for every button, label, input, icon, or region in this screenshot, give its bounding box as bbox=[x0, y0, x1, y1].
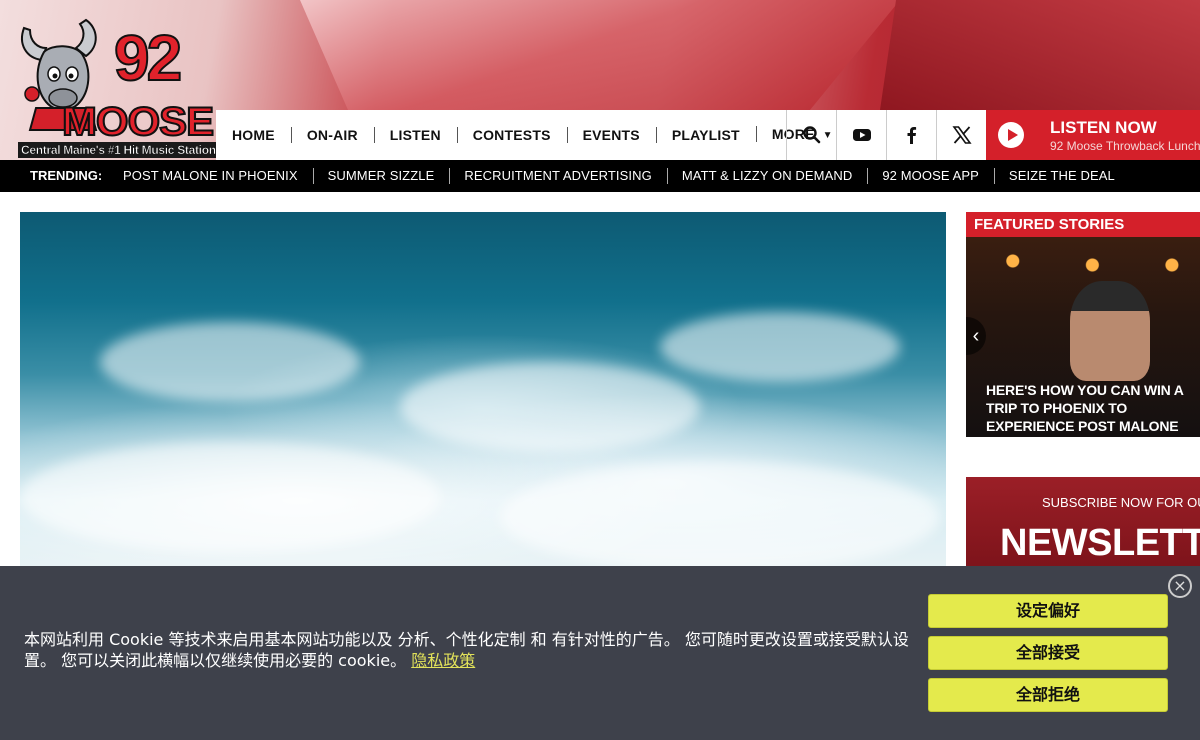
trending-item[interactable]: SUMMER SIZZLE bbox=[312, 160, 450, 192]
trending-item[interactable]: POST MALONE IN PHOENIX bbox=[108, 160, 313, 192]
nav-on-air-label: ON-AIR bbox=[306, 127, 358, 143]
cookie-banner: × 本网站利用 Cookie 等技术来启用基本网站功能以及 分析、个性化定制 和… bbox=[0, 566, 1200, 740]
main-navigation: HOME ON-AIR LISTEN CONTESTS EVENTS PLAYL… bbox=[216, 110, 1200, 160]
close-icon: × bbox=[1173, 576, 1187, 595]
hero-foam bbox=[20, 442, 440, 552]
facebook-link[interactable] bbox=[886, 110, 936, 160]
close-button[interactable]: × bbox=[1168, 574, 1192, 598]
reject-all-button[interactable]: 全部拒绝 bbox=[928, 678, 1168, 712]
search-icon bbox=[802, 126, 820, 144]
facebook-icon bbox=[907, 127, 916, 144]
nav-playlist-label: PLAYLIST bbox=[671, 127, 740, 143]
nav-listen[interactable]: LISTEN bbox=[373, 110, 457, 160]
hero-foam bbox=[500, 462, 940, 572]
x-link[interactable] bbox=[936, 110, 986, 160]
nav-links: HOME ON-AIR LISTEN CONTESTS EVENTS PLAYL… bbox=[216, 110, 849, 160]
station-logo[interactable]: 92 MOOSE Central Maine's #1 Hit Music St… bbox=[10, 14, 219, 160]
listen-now-button[interactable]: LISTEN NOW 92 Moose Throwback Lunch bbox=[986, 110, 1200, 160]
accept-all-button[interactable]: 全部接受 bbox=[928, 636, 1168, 670]
trending-label: TRENDING: bbox=[30, 168, 103, 183]
nav-events-label: EVENTS bbox=[582, 127, 640, 143]
nav-home-label: HOME bbox=[232, 127, 275, 143]
header-decoration bbox=[300, 0, 900, 110]
newsletter-title: NEWSLETTER bbox=[1000, 522, 1200, 564]
featured-story-title[interactable]: HERE'S HOW YOU CAN WIN A TRIP TO PHOENIX… bbox=[986, 381, 1200, 435]
cookie-message: 本网站利用 Cookie 等技术来启用基本网站功能以及 分析、个性化定制 和 有… bbox=[24, 629, 914, 671]
newsletter-subtitle: SUBSCRIBE NOW FOR OUR bbox=[1042, 495, 1200, 510]
nav-on-air[interactable]: ON-AIR bbox=[290, 110, 374, 160]
hero-foam bbox=[400, 362, 700, 452]
set-preferences-button[interactable]: 设定偏好 bbox=[928, 594, 1168, 628]
listen-now-title: LISTEN NOW bbox=[1050, 118, 1157, 137]
nav-playlist[interactable]: PLAYLIST bbox=[655, 110, 756, 160]
logo-tagline: Central Maine's #1 Hit Music Station bbox=[18, 142, 219, 158]
featured-heading: FEATURED STORIES bbox=[966, 212, 1200, 237]
nav-events[interactable]: EVENTS bbox=[566, 110, 656, 160]
trending-item[interactable]: MATT & LIZZY ON DEMAND bbox=[666, 160, 868, 192]
newsletter-promo[interactable]: SUBSCRIBE NOW FOR OUR NEWSLETTER bbox=[966, 477, 1200, 577]
search-button[interactable] bbox=[786, 110, 836, 160]
logo-number: 92 bbox=[113, 22, 183, 94]
listen-now-subtitle: 92 Moose Throwback Lunch bbox=[1050, 139, 1200, 153]
x-icon bbox=[951, 126, 972, 144]
hero-foam bbox=[660, 312, 900, 382]
featured-stories: FEATURED STORIES ‹ HERE'S HOW YOU CAN WI… bbox=[966, 212, 1200, 437]
nav-listen-label: LISTEN bbox=[389, 127, 441, 143]
page: 92 MOOSE Central Maine's #1 Hit Music St… bbox=[0, 0, 1200, 740]
nav-icon-group bbox=[786, 110, 986, 160]
trending-bar: TRENDING: POST MALONE IN PHOENIX SUMMER … bbox=[0, 160, 1200, 192]
trending-item[interactable]: 92 MOOSE APP bbox=[867, 160, 994, 192]
chevron-left-icon: ‹ bbox=[972, 325, 980, 347]
nav-contests-label: CONTESTS bbox=[472, 127, 551, 143]
logo-word: MOOSE bbox=[61, 100, 215, 144]
youtube-link[interactable] bbox=[836, 110, 886, 160]
featured-person-photo bbox=[1070, 281, 1150, 381]
trending-item[interactable]: SEIZE THE DEAL bbox=[993, 160, 1130, 192]
youtube-icon bbox=[852, 129, 871, 141]
privacy-policy-link[interactable]: 隐私政策 bbox=[411, 651, 475, 670]
nav-home[interactable]: HOME bbox=[216, 110, 291, 160]
trending-item[interactable]: RECRUITMENT ADVERTISING bbox=[449, 160, 666, 192]
header-decoration-right bbox=[880, 0, 1200, 110]
site-header: 92 MOOSE Central Maine's #1 Hit Music St… bbox=[0, 0, 1200, 160]
nav-contests[interactable]: CONTESTS bbox=[456, 110, 567, 160]
play-icon bbox=[998, 122, 1024, 148]
hero-foam bbox=[100, 322, 360, 402]
hero-image bbox=[20, 212, 946, 572]
